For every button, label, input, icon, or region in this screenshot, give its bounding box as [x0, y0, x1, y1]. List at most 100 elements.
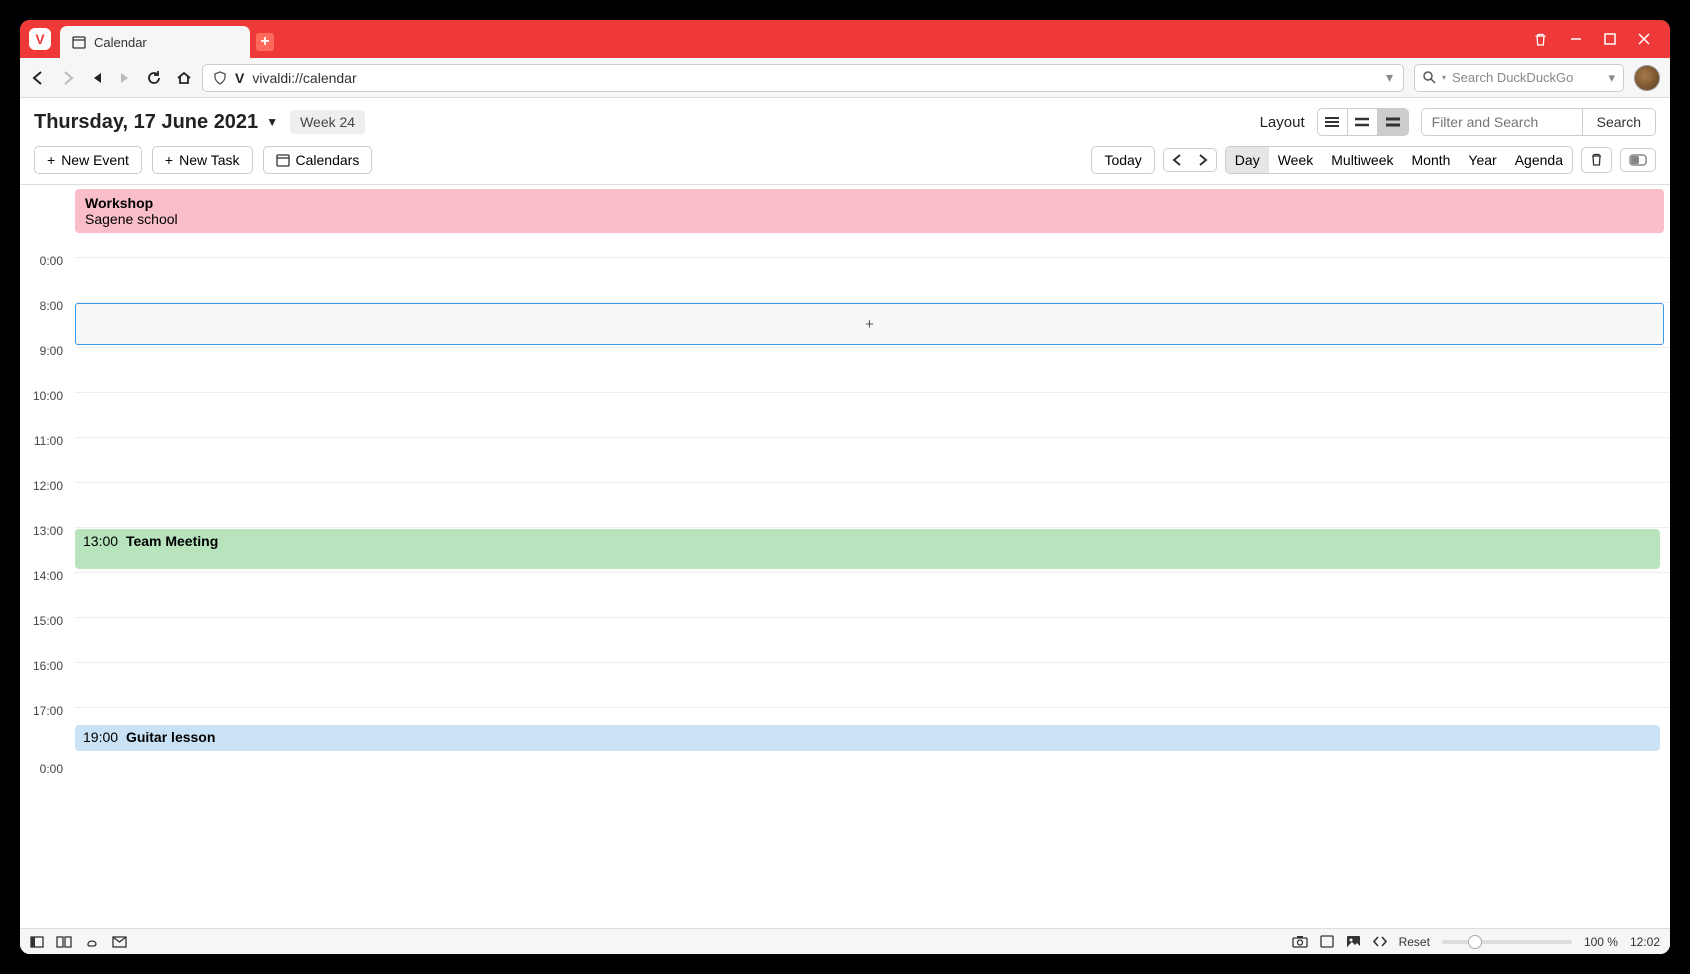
url-text: vivaldi://calendar [252, 70, 356, 86]
time-grid[interactable]: + 13:00 Team Meeting 19:00 Guitar lesson [75, 237, 1670, 777]
vivaldi-logo-icon [29, 28, 51, 50]
calendars-button[interactable]: Calendars [263, 146, 373, 174]
calendar-view: 0:00 8:00 9:00 10:00 11:00 12:00 13:00 1… [20, 184, 1670, 928]
shield-icon [213, 71, 227, 85]
view-month[interactable]: Month [1403, 147, 1460, 173]
maximize-button[interactable] [1604, 33, 1616, 45]
time-label: 15:00 [33, 614, 63, 628]
time-column: 0:00 8:00 9:00 10:00 11:00 12:00 13:00 1… [20, 185, 75, 928]
view-day[interactable]: Day [1226, 147, 1269, 173]
prev-button[interactable] [1164, 149, 1190, 171]
zoom-level: 100 % [1584, 935, 1618, 949]
address-bar[interactable]: V vivaldi://calendar ▾ [202, 64, 1404, 92]
time-label: 16:00 [33, 659, 63, 673]
sync-icon[interactable] [84, 936, 100, 948]
title-bar: Calendar + [20, 20, 1670, 58]
filter-search-button[interactable]: Search [1582, 109, 1655, 135]
plus-icon: + [165, 152, 173, 168]
layout-density-group [1317, 108, 1409, 136]
search-placeholder: Search DuckDuckGo [1452, 70, 1573, 85]
view-multiweek[interactable]: Multiweek [1322, 147, 1402, 173]
allday-title: Workshop [85, 195, 1654, 211]
new-event-button[interactable]: +New Event [34, 146, 142, 174]
allday-location: Sagene school [85, 211, 1654, 227]
new-event-slot[interactable]: + [75, 303, 1664, 345]
view-switcher: Day Week Multiweek Month Year Agenda [1225, 146, 1573, 174]
address-dropdown-icon[interactable]: ▾ [1386, 69, 1393, 86]
date-title-text: Thursday, 17 June 2021 [34, 111, 258, 134]
browser-tab[interactable]: Calendar [60, 26, 250, 58]
day-column: Workshop Sagene school + [75, 185, 1670, 928]
event-title: Guitar lesson [126, 729, 215, 745]
layout-label: Layout [1260, 114, 1305, 131]
app-icon[interactable] [20, 20, 60, 58]
time-label: 11:00 [34, 434, 63, 448]
close-button[interactable] [1638, 33, 1650, 45]
density-medium-button[interactable] [1348, 109, 1378, 135]
time-label: 17:00 [33, 704, 63, 718]
fast-forward-button[interactable] [118, 71, 132, 85]
status-bar: Reset 100 % 12:02 [20, 928, 1670, 954]
time-label: 10:00 [33, 389, 63, 403]
new-task-button[interactable]: +New Task [152, 146, 253, 174]
new-tab-area: + [250, 26, 280, 58]
time-label: 14:00 [33, 569, 63, 583]
today-button[interactable]: Today [1091, 146, 1154, 174]
time-label: 13:00 [33, 524, 63, 538]
mail-icon[interactable] [112, 936, 127, 948]
devtools-icon[interactable] [1373, 935, 1387, 948]
rewind-button[interactable] [90, 71, 104, 85]
filter-input[interactable] [1422, 109, 1582, 135]
image-toggle-icon[interactable] [1346, 935, 1361, 948]
nav-arrow-group [1163, 148, 1217, 172]
event-guitar-lesson[interactable]: 19:00 Guitar lesson [75, 725, 1660, 751]
chevron-down-icon: ▼ [266, 115, 278, 129]
zoom-slider[interactable] [1442, 940, 1572, 944]
calendar-header: Thursday, 17 June 2021 ▼ Week 24 Layout … [20, 98, 1670, 142]
plus-icon: + [47, 152, 55, 168]
page-actions-icon[interactable] [1320, 935, 1334, 948]
time-label: 0:00 [40, 254, 63, 268]
time-label: 0:00 [40, 762, 63, 776]
next-button[interactable] [1190, 149, 1216, 171]
search-dropdown-icon[interactable]: ▾ [1608, 70, 1615, 86]
clock: 12:02 [1630, 935, 1660, 949]
back-button[interactable] [30, 70, 46, 86]
view-agenda[interactable]: Agenda [1506, 147, 1572, 173]
time-label: 9:00 [40, 344, 63, 358]
home-button[interactable] [176, 70, 192, 86]
calendar-toolbar: +New Event +New Task Calendars Today Day… [20, 142, 1670, 184]
magnifier-icon [1423, 71, 1436, 84]
event-team-meeting[interactable]: 13:00 Team Meeting [75, 529, 1660, 569]
allday-event[interactable]: Workshop Sagene school [75, 189, 1664, 233]
event-time: 13:00 [83, 533, 118, 549]
time-label: 12:00 [33, 479, 63, 493]
event-time: 19:00 [83, 729, 118, 745]
view-year[interactable]: Year [1459, 147, 1505, 173]
view-week[interactable]: Week [1269, 147, 1323, 173]
search-engine-box[interactable]: ▾ Search DuckDuckGo ▾ [1414, 64, 1624, 92]
trash-icon[interactable] [1533, 32, 1548, 47]
time-label: 8:00 [40, 299, 63, 313]
site-v-icon: V [235, 70, 244, 86]
density-compact-button[interactable] [1318, 109, 1348, 135]
capture-icon[interactable] [1292, 935, 1308, 948]
new-tab-button[interactable]: + [256, 33, 274, 51]
navigation-toolbar: V vivaldi://calendar ▾ ▾ Search DuckDuck… [20, 58, 1670, 98]
delete-button[interactable] [1581, 147, 1612, 173]
forward-button[interactable] [60, 70, 76, 86]
filter-search-box: Search [1421, 108, 1656, 136]
density-full-button[interactable] [1378, 109, 1408, 135]
calendar-grid-icon [72, 35, 86, 49]
week-badge: Week 24 [290, 110, 365, 134]
toggle-panel-button[interactable] [1620, 148, 1656, 172]
panel-toggle-icon[interactable] [30, 935, 44, 949]
reload-button[interactable] [146, 70, 162, 86]
tiling-icon[interactable] [56, 935, 72, 949]
date-title[interactable]: Thursday, 17 June 2021 ▼ [34, 111, 278, 134]
tab-title: Calendar [94, 35, 147, 50]
event-title: Team Meeting [126, 533, 218, 549]
profile-avatar[interactable] [1634, 65, 1660, 91]
zoom-reset-button[interactable]: Reset [1399, 935, 1430, 949]
minimize-button[interactable] [1570, 33, 1582, 45]
